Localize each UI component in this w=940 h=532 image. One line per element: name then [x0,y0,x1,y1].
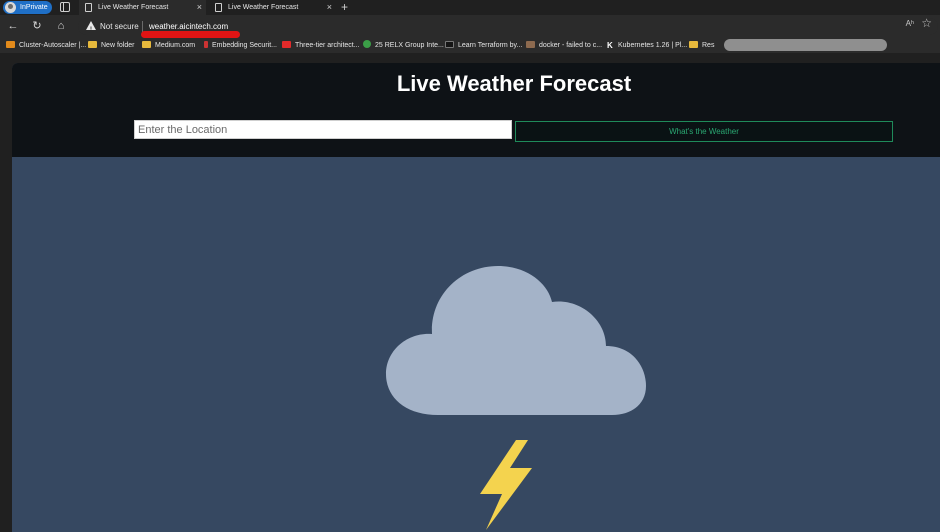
bookmark-label: Cluster-Autoscaler |... [19,42,87,49]
profile-avatar-icon [5,2,16,13]
page-icon [215,3,222,12]
weather-page: Live Weather Forecast What's the Weather [12,63,940,532]
bookmark-label: Embedding Securit... [212,42,277,49]
close-tab-icon[interactable]: × [197,0,202,15]
bookmark-favicon-icon [526,41,535,48]
bookmark-res[interactable]: Res [689,38,714,53]
bookmark-label: 25 RELX Group Inte... [375,42,444,49]
bookmark-favicon-icon [204,41,208,48]
new-tab-button[interactable]: + [341,0,348,14]
bookmark-label: New folder [101,42,135,49]
cloud-lightning-icon [386,266,646,530]
site-security-indicator[interactable]: Not secure [86,18,139,39]
bookmark-label: Medium.com [155,42,196,49]
bookmark-embedding-security[interactable]: Embedding Securit... [204,38,277,53]
read-aloud-icon[interactable]: Aʰ [906,19,914,28]
app-header: Live Weather Forecast What's the Weather [12,63,940,157]
bookmark-favicon-icon [445,41,454,48]
lightning-bolt [480,440,532,530]
tab-strip: InPrivate Live Weather Forecast × Live W… [0,0,940,15]
folder-icon [88,41,97,48]
bookmark-label: Kubernetes 1.26 | Pl... [618,42,688,49]
tab-actions-icon[interactable] [60,2,70,12]
location-input[interactable] [134,120,512,139]
tab-live-weather-active[interactable]: Live Weather Forecast × [79,0,206,15]
youtube-icon [282,41,291,48]
address-bar[interactable]: Not secure weather.aicintech.com [78,18,938,39]
tab-title: Live Weather Forecast [228,4,299,11]
bookmark-new-folder[interactable]: New folder [88,38,134,53]
reload-button[interactable]: ↻ [30,19,44,33]
close-tab-icon[interactable]: × [327,0,332,15]
redaction-mark [141,31,240,38]
bookmark-relx[interactable]: 25 RELX Group Inte... [363,38,444,53]
bookmark-learn-terraform[interactable]: Learn Terraform by... [445,38,522,53]
bookmark-label: docker - failed to c... [539,42,603,49]
relx-icon [363,40,371,48]
bookmark-three-tier[interactable]: Three-tier architect... [282,38,360,53]
bookmark-cluster-autoscaler[interactable]: Cluster-Autoscaler |... [6,38,86,53]
bookmark-favicon-icon [6,41,15,48]
bookmark-medium[interactable]: Medium.com [142,38,195,53]
back-button[interactable]: ← [6,19,20,33]
home-button[interactable]: ⌂ [54,19,68,33]
bookmark-kubernetes[interactable]: K Kubernetes 1.26 | Pl... [607,38,687,53]
bookmark-label: Three-tier architect... [295,42,360,49]
favorite-star-icon[interactable]: ☆ [921,16,932,30]
kubernetes-k-icon: K [607,41,613,50]
address-toolbar: ← ↻ ⌂ Not secure weather.aicintech.com A… [0,15,940,39]
folder-icon [142,41,151,48]
warning-icon [86,21,96,39]
tab-live-weather[interactable]: Live Weather Forecast × [209,0,336,15]
page-icon [85,3,92,12]
cloud-shape [386,266,646,415]
bookmark-label: Res [702,42,715,49]
bookmark-label: Learn Terraform by... [458,42,523,49]
folder-icon [689,41,698,48]
inprivate-label: InPrivate [20,4,48,11]
page-title: Live Weather Forecast [396,71,632,96]
security-label: Not secure [100,22,139,31]
whats-the-weather-button[interactable]: What's the Weather [515,121,893,142]
bookmark-docker[interactable]: docker - failed to c... [526,38,602,53]
inprivate-badge[interactable]: InPrivate [3,1,52,14]
browser-viewport: Live Weather Forecast What's the Weather [0,53,940,532]
redaction-mark [724,39,887,51]
bookmarks-bar: Cluster-Autoscaler |... New folder Mediu… [0,38,940,53]
tab-title: Live Weather Forecast [98,4,169,11]
